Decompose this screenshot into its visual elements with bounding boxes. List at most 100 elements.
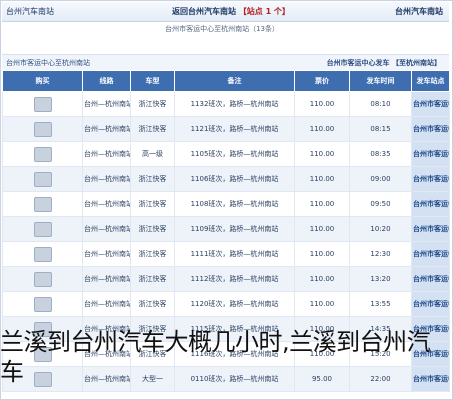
cell-station: 台州市客运中心 <box>411 116 450 142</box>
table-row[interactable]: 台州—杭州南站 浙江快客 1132班次，路桥—杭州南站 110.00 08:10 台州市客… <box>2 91 450 117</box>
cell-station: 台州市客运中心 <box>411 166 450 192</box>
table-row[interactable]: 台州—杭州南站 浙江快客 1106班次，路桥—杭州南站 110.00 09:00 台州市客… <box>2 166 450 192</box>
buy-cell[interactable] <box>2 216 83 242</box>
cell-remark: 1106班次，路桥—杭州南站 <box>174 166 295 192</box>
cell-station: 台州市客运中心 <box>411 141 450 167</box>
cell-time: 13:20 <box>349 266 412 292</box>
cell-vehicle: 浙江快客 <box>130 216 175 242</box>
cell-time: 08:10 <box>349 91 412 117</box>
table-row[interactable]: 台州—杭州南站 浙江快客 1111班次，路桥—杭州南站 110.00 12:30 台州市客… <box>2 241 450 267</box>
header-col-remark: 备注 <box>174 70 295 92</box>
cell-price: 110.00 <box>294 241 350 267</box>
buy-cell[interactable] <box>2 191 83 217</box>
cell-time: 08:15 <box>349 116 412 142</box>
buy-button[interactable] <box>33 246 52 262</box>
cell-station: 台州市客运中心 <box>411 266 450 292</box>
table-header-row: 购买 线路 车型 备注 票价 发车时间 发车站点 <box>2 70 450 92</box>
cell-route: 台州—杭州南站 <box>82 91 131 117</box>
table-row[interactable]: 台州—杭州南站 浙江快客 1108班次，路桥—杭州南站 110.00 09:50 台州市客… <box>2 191 450 217</box>
buy-cell[interactable] <box>2 91 83 117</box>
cell-time: 13:55 <box>349 291 412 317</box>
cell-station: 台州市客运中心 <box>411 291 450 317</box>
buy-cell[interactable] <box>2 141 83 167</box>
cell-remark: 1108班次，路桥—杭州南站 <box>174 191 295 217</box>
section-right-label: 台州市客运中心发车 【至杭州南站】 <box>326 59 441 67</box>
buy-button[interactable] <box>33 96 52 112</box>
table-row[interactable]: 台州—杭州南站 浙江快客 1109班次，路桥—杭州南站 110.00 10:20 台州市客… <box>2 216 450 242</box>
cell-remark: 1112班次，路桥—杭州南站 <box>174 266 295 292</box>
cell-time: 09:50 <box>349 191 412 217</box>
cell-vehicle: 浙江快客 <box>130 266 175 292</box>
cell-station: 台州市客运中心 <box>411 91 450 117</box>
buy-button[interactable] <box>33 171 52 187</box>
table-row[interactable]: 台州—杭州南站 浙江快客 1112班次，路桥—杭州南站 110.00 13:20 台州市客… <box>2 266 450 292</box>
cell-vehicle: 浙江快客 <box>130 116 175 142</box>
station-count: 【站点 1 个】 <box>238 7 290 16</box>
cell-remark: 1109班次，路桥—杭州南站 <box>174 216 295 242</box>
cell-route: 台州—杭州南站 <box>82 266 131 292</box>
cell-route: 台州—杭州南站 <box>82 191 131 217</box>
cell-route: 台州—杭州南站 <box>82 141 131 167</box>
cell-route: 台州—杭州南站 <box>82 291 131 317</box>
cell-vehicle: 浙江快客 <box>130 166 175 192</box>
cell-remark: 1121班次，路桥—杭州南站 <box>174 116 295 142</box>
buy-cell[interactable] <box>2 266 83 292</box>
section-header: 台州市客运中心至杭州南站 台州市客运中心发车 【至杭州南站】 <box>2 54 449 71</box>
header-col-price: 票价 <box>294 70 350 92</box>
buy-cell[interactable] <box>2 241 83 267</box>
cell-time: 09:00 <box>349 166 412 192</box>
cell-time: 08:35 <box>349 141 412 167</box>
cell-remark: 1132班次，路桥—杭州南站 <box>174 91 295 117</box>
cell-station: 台州市客运中心 <box>411 191 450 217</box>
cell-price: 110.00 <box>294 166 350 192</box>
nav-station-left[interactable]: 台州汽车南站 <box>6 2 54 21</box>
cell-station: 台州市客运中心 <box>411 216 450 242</box>
buy-button[interactable] <box>33 271 52 287</box>
header-col-time: 发车时间 <box>349 70 412 92</box>
route-subtitle-text: 台州市客运中心至杭州南站（13条） <box>165 25 279 33</box>
table-row[interactable]: 台州—杭州南站 浙江快客 1120班次，路桥—杭州南站 110.00 13:55 台州市客… <box>2 291 450 317</box>
table-row[interactable]: 台州—杭州南站 浙江快客 1121班次，路桥—杭州南站 110.00 08:15 台州市客… <box>2 116 450 142</box>
cell-route: 台州—杭州南站 <box>82 216 131 242</box>
cell-route: 台州—杭州南站 <box>82 166 131 192</box>
buy-button[interactable] <box>33 221 52 237</box>
buy-button[interactable] <box>33 121 52 137</box>
header-col-station: 发车站点 <box>411 70 450 92</box>
cell-price: 110.00 <box>294 266 350 292</box>
cell-vehicle: 浙江快客 <box>130 241 175 267</box>
nav-station-right[interactable]: 台州汽车南站 <box>395 2 443 21</box>
buy-cell[interactable] <box>2 116 83 142</box>
cell-vehicle: 浙江快客 <box>130 291 175 317</box>
cell-vehicle: 浙江快客 <box>130 191 175 217</box>
cell-remark: 1111班次，路桥—杭州南站 <box>174 241 295 267</box>
cell-price: 110.00 <box>294 141 350 167</box>
header-col-vehicle: 车型 <box>130 70 175 92</box>
buy-cell[interactable] <box>2 166 83 192</box>
cell-price: 110.00 <box>294 291 350 317</box>
buy-button[interactable] <box>33 196 52 212</box>
page-caption: 兰溪到台州汽车大概几小时,兰溪到台州汽车 <box>0 328 431 386</box>
top-nav-bar: 台州汽车南站 返回台州汽车南站 【站点 1 个】 台州汽车南站 <box>2 2 449 22</box>
cell-station: 台州市客运中心 <box>411 241 450 267</box>
cell-price: 110.00 <box>294 116 350 142</box>
section-left-label: 台州市客运中心至杭州南站 <box>6 59 90 67</box>
cell-remark: 1105班次，路桥—杭州南站 <box>174 141 295 167</box>
cell-route: 台州—杭州南站 <box>82 116 131 142</box>
cell-route: 台州—杭州南站 <box>82 241 131 267</box>
cell-price: 110.00 <box>294 91 350 117</box>
cell-price: 110.00 <box>294 191 350 217</box>
route-subtitle: 台州市客运中心至杭州南站（13条） <box>2 22 449 36</box>
header-col-route: 线路 <box>82 70 131 92</box>
buy-button[interactable] <box>33 296 52 312</box>
buy-cell[interactable] <box>2 291 83 317</box>
cell-price: 110.00 <box>294 216 350 242</box>
cell-vehicle: 高一级 <box>130 141 175 167</box>
cell-vehicle: 浙江快客 <box>130 91 175 117</box>
header-col-buy: 购买 <box>2 70 83 92</box>
nav-back-label: 返回台州汽车南站 <box>172 7 239 16</box>
nav-back-link[interactable]: 返回台州汽车南站 【站点 1 个】 <box>172 2 290 21</box>
buy-button[interactable] <box>33 146 52 162</box>
cell-remark: 1120班次，路桥—杭州南站 <box>174 291 295 317</box>
cell-time: 10:20 <box>349 216 412 242</box>
table-row[interactable]: 台州—杭州南站 高一级 1105班次，路桥—杭州南站 110.00 08:35 台州市客运… <box>2 141 450 167</box>
